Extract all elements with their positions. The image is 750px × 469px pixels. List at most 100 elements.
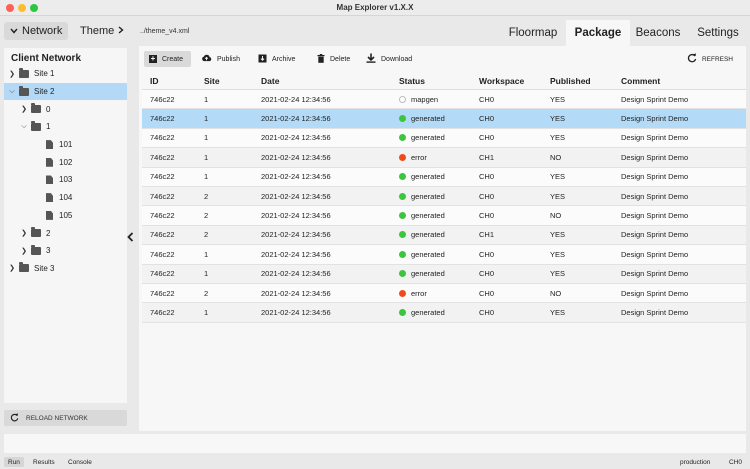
tree-item-label: 1 — [46, 122, 51, 132]
chevron-right-icon[interactable]: ❯ — [20, 247, 28, 255]
cell-id: 746c22 — [150, 307, 175, 317]
table-row[interactable]: 746c22 1 2021-02-24 12:34:56 generated CH0 YE… — [142, 245, 746, 265]
table-row[interactable]: 746c22 1 2021-02-24 12:34:56 generated CH0 YE… — [142, 264, 746, 284]
cell-status: generated — [399, 133, 479, 142]
chevron-down-icon[interactable]: ⌵ — [20, 123, 28, 131]
cell-published: YES — [550, 114, 566, 124]
theme-dropdown[interactable]: Theme — [74, 22, 130, 40]
table-row[interactable]: 746c22 1 2021-02-24 12:34:56 generated CH0 YE… — [142, 167, 746, 187]
package-panel: + Create Publish Archive Delete Download… — [139, 46, 746, 431]
close-window-icon[interactable] — [6, 4, 14, 12]
tree-item-105[interactable]: 105 — [4, 207, 127, 225]
status-dot-icon — [399, 270, 406, 278]
table-row[interactable]: 746c22 2 2021-02-24 12:34:56 generated CH1 YE… — [142, 225, 746, 246]
archive-button[interactable]: Archive — [253, 51, 300, 67]
chevron-right-icon[interactable]: ❯ — [8, 264, 16, 272]
cell-published: YES — [550, 249, 566, 259]
window-controls — [6, 4, 38, 12]
cell-site: 1 — [204, 269, 209, 279]
tab-floormap[interactable]: Floormap — [500, 20, 566, 46]
table-row[interactable]: 746c22 2 2021-02-24 12:34:56 generated CH0 YE… — [142, 186, 746, 207]
table-row[interactable]: 746c22 1 2021-02-24 12:34:56 error CH1 NO Desi… — [142, 148, 746, 168]
cloud-upload-icon — [201, 54, 212, 64]
status-text: generated — [411, 191, 445, 201]
network-dropdown[interactable]: Network — [4, 22, 68, 40]
chevron-down-icon[interactable]: ⌵ — [8, 88, 16, 96]
status-text: mapgen — [411, 94, 439, 104]
table-header: ID Site Date Status Workspace Published … — [142, 73, 746, 90]
table-row[interactable]: 746c22 2 2021-02-24 12:34:56 generated CH0 NO… — [142, 206, 746, 226]
tree-item-site-1[interactable]: ❯ Site 1 — [4, 65, 127, 83]
download-icon — [366, 53, 376, 65]
tab-package[interactable]: Package — [566, 20, 630, 46]
chevron-right-icon[interactable]: ❯ — [8, 70, 16, 78]
cell-status: error — [399, 289, 479, 298]
folder-icon — [31, 244, 41, 255]
cell-site: 1 — [204, 94, 209, 104]
tree-item-103[interactable]: 103 — [4, 171, 127, 189]
status-text: generated — [411, 307, 445, 317]
collapse-sidebar-icon[interactable] — [127, 232, 134, 245]
folder-icon — [31, 103, 41, 114]
tree-item-floor-1[interactable]: ⌵ 1 — [4, 118, 127, 136]
tree-item-site-3[interactable]: ❯ Site 3 — [4, 260, 127, 278]
maximize-window-icon[interactable] — [30, 4, 38, 12]
create-button[interactable]: + Create — [144, 51, 191, 67]
tree-item-floor-0[interactable]: ❯ 0 — [4, 100, 127, 118]
tab-settings[interactable]: Settings — [686, 20, 750, 46]
cell-workspace: CH0 — [479, 172, 495, 182]
archive-icon — [258, 54, 267, 65]
column-header-published[interactable]: Published — [550, 76, 621, 86]
tab-beacons[interactable]: Beacons — [630, 20, 686, 46]
column-header-status[interactable]: Status — [399, 76, 479, 86]
tree-item-102[interactable]: 102 — [4, 153, 127, 171]
column-header-comment[interactable]: Comment — [621, 76, 746, 86]
column-header-site[interactable]: Site — [204, 76, 261, 86]
tree-item-floor-3[interactable]: ❯ 3 — [4, 242, 127, 260]
table-row[interactable]: 746c22 1 2021-02-24 12:34:56 generated CH0 YE… — [142, 109, 746, 129]
tab-label: Settings — [697, 27, 739, 39]
tree-item-104[interactable]: 104 — [4, 189, 127, 207]
table-row[interactable]: 746c22 1 2021-02-24 12:34:56 mapgen CH0 YES De… — [142, 90, 746, 110]
column-header-date[interactable]: Date — [261, 76, 399, 86]
cell-workspace: CH0 — [479, 269, 495, 279]
bottom-tab-results[interactable]: Results — [29, 457, 59, 467]
cell-published: YES — [550, 307, 566, 317]
chevron-right-icon[interactable]: ❯ — [20, 105, 28, 113]
cell-comment: Design Sprint Demo — [621, 230, 689, 240]
folder-icon — [19, 85, 29, 96]
package-toolbar: + Create Publish Archive Delete Download… — [139, 46, 746, 73]
tree-item-site-2[interactable]: ⌵ Site 2 — [4, 82, 127, 101]
cell-id: 746c22 — [150, 191, 175, 201]
cell-comment: Design Sprint Demo — [621, 152, 689, 162]
minimize-window-icon[interactable] — [18, 4, 26, 12]
column-header-workspace[interactable]: Workspace — [479, 76, 550, 86]
status-bar: Run Results Console production CH0 — [0, 455, 750, 469]
cell-status: generated — [399, 230, 479, 239]
table-row[interactable]: 746c22 1 2021-02-24 12:34:56 generated CH0 YE… — [142, 128, 746, 149]
table-row[interactable]: 746c22 1 2021-02-24 12:34:56 generated CH0 YE… — [142, 303, 746, 323]
bottom-tab-run[interactable]: Run — [4, 457, 24, 467]
tree-item-label: 3 — [46, 246, 51, 256]
cell-workspace: CH0 — [479, 114, 495, 124]
bottom-tab-console[interactable]: Console — [64, 457, 96, 467]
download-button[interactable]: Download — [361, 51, 417, 67]
refresh-button[interactable]: REFRESH — [682, 51, 738, 67]
cell-id: 746c22 — [150, 94, 175, 104]
tree-item-label: 101 — [59, 140, 73, 150]
tree-item-label: 102 — [59, 157, 73, 167]
delete-button[interactable]: Delete — [312, 51, 355, 67]
column-header-id[interactable]: ID — [142, 76, 204, 86]
cell-status: mapgen — [399, 95, 479, 104]
cell-published: YES — [550, 191, 566, 201]
table-row[interactable]: 746c22 2 2021-02-24 12:34:56 error CH0 NO Desi… — [142, 283, 746, 304]
cell-published: NO — [550, 152, 562, 162]
reload-network-button[interactable]: RELOAD NETWORK — [4, 410, 127, 426]
refresh-label: REFRESH — [701, 55, 733, 63]
publish-button[interactable]: Publish — [196, 51, 245, 67]
tree-item-label: 103 — [59, 175, 73, 185]
tree-item-101[interactable]: 101 — [4, 136, 127, 154]
tree-item-floor-2[interactable]: ❯ 2 — [4, 224, 127, 242]
chevron-right-icon[interactable]: ❯ — [20, 229, 28, 237]
cell-site: 1 — [204, 133, 209, 143]
